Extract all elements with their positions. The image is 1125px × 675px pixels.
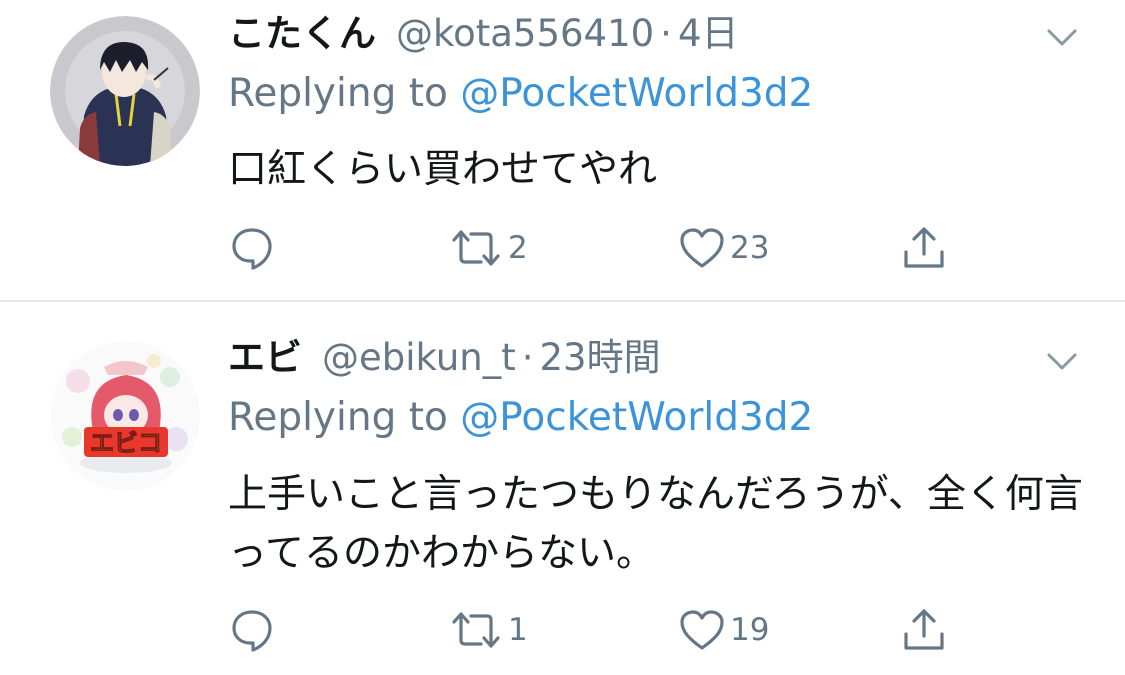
- reply-button[interactable]: [228, 220, 276, 276]
- like-count: 23: [730, 230, 770, 266]
- mention-link[interactable]: @PocketWorld3d2: [460, 71, 813, 116]
- like-button[interactable]: 19: [678, 602, 769, 658]
- avatar-logo: エビコ: [90, 429, 162, 457]
- handle[interactable]: @kota556410: [396, 12, 654, 56]
- chevron-down-icon[interactable]: [1045, 344, 1079, 378]
- share-button[interactable]: [900, 220, 948, 276]
- separator: ·: [660, 12, 672, 55]
- separator: ·: [521, 336, 534, 379]
- retweet-icon: [448, 606, 504, 654]
- chevron-down-icon[interactable]: [1045, 20, 1079, 54]
- action-bar: 1 19: [228, 602, 988, 658]
- share-icon: [900, 224, 948, 272]
- tweet-text: 口紅くらい買わせてやれ: [228, 147, 658, 192]
- retweet-count: 2: [508, 230, 528, 266]
- replying-prefix: Replying to: [228, 395, 461, 440]
- heart-icon: [678, 606, 726, 654]
- retweet-icon: [448, 224, 504, 272]
- retweet-button[interactable]: 2: [448, 220, 528, 276]
- replying-prefix: Replying to: [228, 71, 461, 116]
- avatar[interactable]: [50, 16, 200, 166]
- replying-to: Replying to @PocketWorld3d2: [228, 394, 813, 442]
- tweet[interactable]: エビコ エビ @ebikun_t · 23時間 Replying to @Poc…: [0, 302, 1125, 675]
- timestamp[interactable]: 23時間: [540, 336, 661, 380]
- retweet-count: 1: [508, 612, 528, 648]
- handle[interactable]: @ebikun_t: [322, 336, 516, 380]
- tweet-header: こたくん @kota556410 · 4日: [228, 12, 738, 56]
- reply-icon: [228, 606, 276, 654]
- share-icon: [900, 606, 948, 654]
- tweet-text: 上手いこと言ったつもりなんだろうが、全く何言ってるのかわからない。: [228, 472, 1083, 576]
- reply-button[interactable]: [228, 602, 276, 658]
- retweet-button[interactable]: 1: [448, 602, 528, 658]
- action-bar: 2 23: [228, 220, 988, 276]
- avatar[interactable]: エビコ: [50, 341, 200, 491]
- tweet-header: エビ @ebikun_t · 23時間: [228, 336, 661, 380]
- share-button[interactable]: [900, 602, 948, 658]
- heart-icon: [678, 224, 726, 272]
- mention-link[interactable]: @PocketWorld3d2: [460, 395, 813, 440]
- display-name[interactable]: エビ: [228, 336, 302, 380]
- like-count: 19: [730, 612, 770, 648]
- timestamp[interactable]: 4日: [678, 12, 739, 56]
- display-name[interactable]: こたくん: [228, 12, 376, 56]
- reply-icon: [228, 224, 276, 272]
- like-button[interactable]: 23: [678, 220, 769, 276]
- tweet[interactable]: こたくん @kota556410 · 4日 Replying to @Pocke…: [0, 0, 1125, 300]
- replying-to: Replying to @PocketWorld3d2: [228, 70, 813, 118]
